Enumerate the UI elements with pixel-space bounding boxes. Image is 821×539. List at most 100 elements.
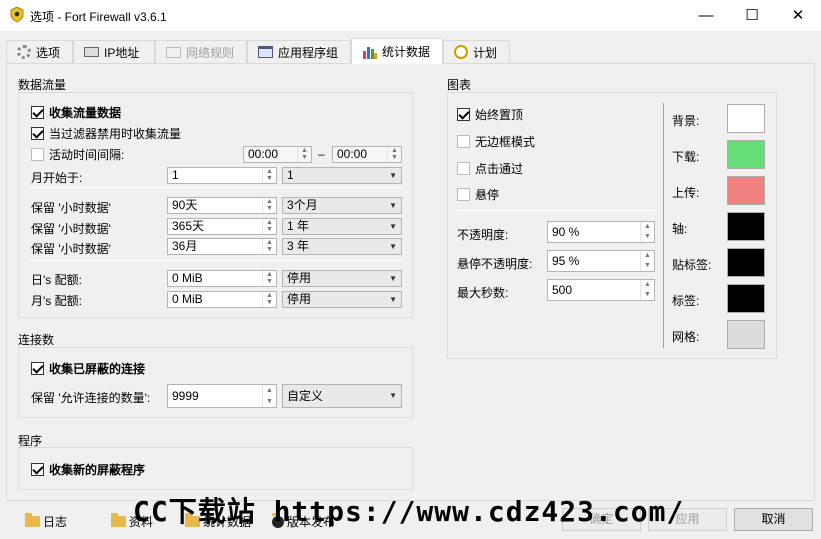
- month-quota-combo[interactable]: 停用 ▼: [282, 291, 402, 308]
- cancel-button[interactable]: 取消: [734, 508, 813, 531]
- tab-options[interactable]: 选项: [6, 40, 73, 63]
- color-download-swatch[interactable]: [727, 140, 765, 169]
- spin-arrows-icon[interactable]: ▲ ▼: [297, 147, 311, 162]
- month-start-spinbox[interactable]: 1 ▲ ▼: [167, 167, 277, 184]
- spin-arrows-icon[interactable]: ▲ ▼: [640, 280, 654, 300]
- spin-arrows-icon[interactable]: ▲ ▼: [640, 251, 654, 271]
- day-quota-combo-value: 停用: [287, 271, 312, 285]
- day-quota-value: 0 MiB: [172, 271, 203, 285]
- log-link[interactable]: 日志: [25, 513, 67, 530]
- folder-icon: [25, 513, 40, 527]
- color-axis-swatch[interactable]: [727, 212, 765, 241]
- keep-hours-2-label: 保留 '小时数据': [31, 222, 111, 236]
- tab-statistics[interactable]: 统计数据: [351, 38, 443, 64]
- keep-hours-3-spinbox[interactable]: 36月 ▲ ▼: [167, 238, 277, 255]
- opacity-label: 不透明度:: [457, 228, 509, 242]
- hover-opacity-spinbox[interactable]: 95 % ▲ ▼: [547, 250, 655, 272]
- collect-when-filter-off-checkbox[interactable]: 当过滤器禁用时收集流量: [31, 125, 181, 142]
- tab-network-rules[interactable]: 网络规则: [155, 40, 247, 63]
- checkbox-box[interactable]: [457, 188, 470, 201]
- close-button[interactable]: ✕: [775, 0, 821, 31]
- max-seconds-value: 500: [552, 283, 573, 297]
- folder-icon: [111, 513, 126, 527]
- spin-arrows-icon[interactable]: ▲ ▼: [262, 239, 276, 254]
- spin-arrows-icon[interactable]: ▲ ▼: [387, 147, 401, 162]
- keep-allowed-combo-value: 自定义: [287, 389, 324, 403]
- spin-arrows-icon[interactable]: ▲ ▼: [262, 198, 276, 213]
- spin-arrows-icon[interactable]: ▲ ▼: [262, 168, 276, 183]
- period-from-field[interactable]: 00:00 ▲ ▼: [243, 146, 312, 163]
- keep-allowed-value: 9999: [172, 389, 199, 403]
- color-download-label: 下载:: [672, 150, 700, 164]
- divider: [30, 187, 402, 188]
- collect-blocked-checkbox[interactable]: 收集已屏蔽的连接: [31, 360, 145, 377]
- bar-chart-icon: [363, 46, 377, 59]
- spin-arrows-icon[interactable]: ▲ ▼: [262, 292, 276, 307]
- color-bg-label: 背景:: [672, 114, 700, 128]
- spin-arrows-icon[interactable]: ▲ ▼: [262, 219, 276, 234]
- checkbox-box[interactable]: [31, 127, 44, 140]
- keep-hours-1-combo[interactable]: 3个月 ▼: [282, 197, 402, 214]
- collect-traffic-checkbox[interactable]: 收集流量数据: [31, 104, 121, 121]
- frameless-checkbox[interactable]: 无边框模式: [457, 133, 535, 150]
- keep-hours-3-value: 36月: [172, 239, 198, 253]
- keep-hours-1-label: 保留 '小时数据': [31, 201, 111, 215]
- tab-ip-addresses[interactable]: IP地址: [73, 40, 155, 63]
- max-seconds-label: 最大秒数:: [457, 286, 509, 300]
- month-start-combo[interactable]: 1 ▼: [282, 167, 402, 184]
- keep-hours-2-spinbox[interactable]: 365天 ▲ ▼: [167, 218, 277, 235]
- checkbox-box[interactable]: [457, 108, 470, 121]
- tab-app-groups[interactable]: 应用程序组: [247, 40, 351, 63]
- color-label-swatch[interactable]: [727, 284, 765, 313]
- keep-hours-1-spinbox[interactable]: 90天 ▲ ▼: [167, 197, 277, 214]
- collect-new-blocked-checkbox[interactable]: 收集新的屏蔽程序: [31, 461, 145, 478]
- month-quota-label: 月's 配额:: [31, 294, 82, 308]
- hide-on-hover-checkbox[interactable]: 悬停: [457, 186, 499, 203]
- checkbox-box[interactable]: [31, 148, 44, 161]
- window-title: 选项 - Fort Firewall v3.6.1: [30, 10, 167, 24]
- color-ticks-swatch[interactable]: [727, 248, 765, 277]
- minimize-button[interactable]: —: [683, 0, 729, 31]
- checkbox-box[interactable]: [31, 106, 44, 119]
- checkbox-box[interactable]: [457, 162, 470, 175]
- tab-options-label: 选项: [36, 45, 61, 60]
- tab-network-label: 网络规则: [186, 45, 235, 60]
- active-period-checkbox[interactable]: 活动时间间隔:: [31, 146, 124, 163]
- maximize-button[interactable]: ☐: [729, 0, 775, 31]
- keep-allowed-combo[interactable]: 自定义 ▼: [282, 384, 402, 408]
- tab-schedule[interactable]: 计划: [443, 40, 510, 63]
- app-shield-icon: [10, 7, 24, 22]
- spin-arrows-icon[interactable]: ▲ ▼: [262, 271, 276, 286]
- opacity-spinbox[interactable]: 90 % ▲ ▼: [547, 221, 655, 243]
- color-grid-swatch[interactable]: [727, 320, 765, 349]
- month-start-combo-value: 1: [287, 168, 294, 182]
- divider: [30, 260, 402, 261]
- day-quota-spinbox[interactable]: 0 MiB ▲ ▼: [167, 270, 277, 287]
- graph-group-title: 图表: [447, 78, 472, 92]
- checkbox-box[interactable]: [457, 135, 470, 148]
- keep-hours-3-combo[interactable]: 3 年 ▼: [282, 238, 402, 255]
- color-upload-label: 上传:: [672, 186, 700, 200]
- month-start-label: 月开始于:: [31, 171, 83, 185]
- period-to-value: 00:00: [337, 147, 368, 161]
- max-seconds-spinbox[interactable]: 500 ▲ ▼: [547, 279, 655, 301]
- keep-allowed-spinbox[interactable]: 9999 ▲ ▼: [167, 384, 277, 408]
- clock-icon: [454, 45, 468, 59]
- spin-arrows-icon[interactable]: ▲ ▼: [640, 222, 654, 242]
- color-bg-swatch[interactable]: [727, 104, 765, 133]
- color-upload-swatch[interactable]: [727, 176, 765, 205]
- period-dash: –: [318, 147, 325, 161]
- color-grid-label: 网格:: [672, 330, 700, 344]
- click-through-checkbox[interactable]: 点击通过: [457, 160, 523, 177]
- day-quota-combo[interactable]: 停用 ▼: [282, 270, 402, 287]
- keep-hours-2-combo[interactable]: 1 年 ▼: [282, 218, 402, 235]
- month-quota-spinbox[interactable]: 0 MiB ▲ ▼: [167, 291, 277, 308]
- checkbox-box[interactable]: [31, 463, 44, 476]
- month-quota-combo-value: 停用: [287, 292, 312, 306]
- click-through-label: 点击通过: [475, 162, 524, 176]
- always-on-top-checkbox[interactable]: 始终置顶: [457, 106, 523, 123]
- checkbox-box[interactable]: [31, 362, 44, 375]
- divider: [457, 210, 655, 211]
- period-to-field[interactable]: 00:00 ▲ ▼: [332, 146, 402, 163]
- spin-arrows-icon[interactable]: ▲ ▼: [262, 385, 276, 407]
